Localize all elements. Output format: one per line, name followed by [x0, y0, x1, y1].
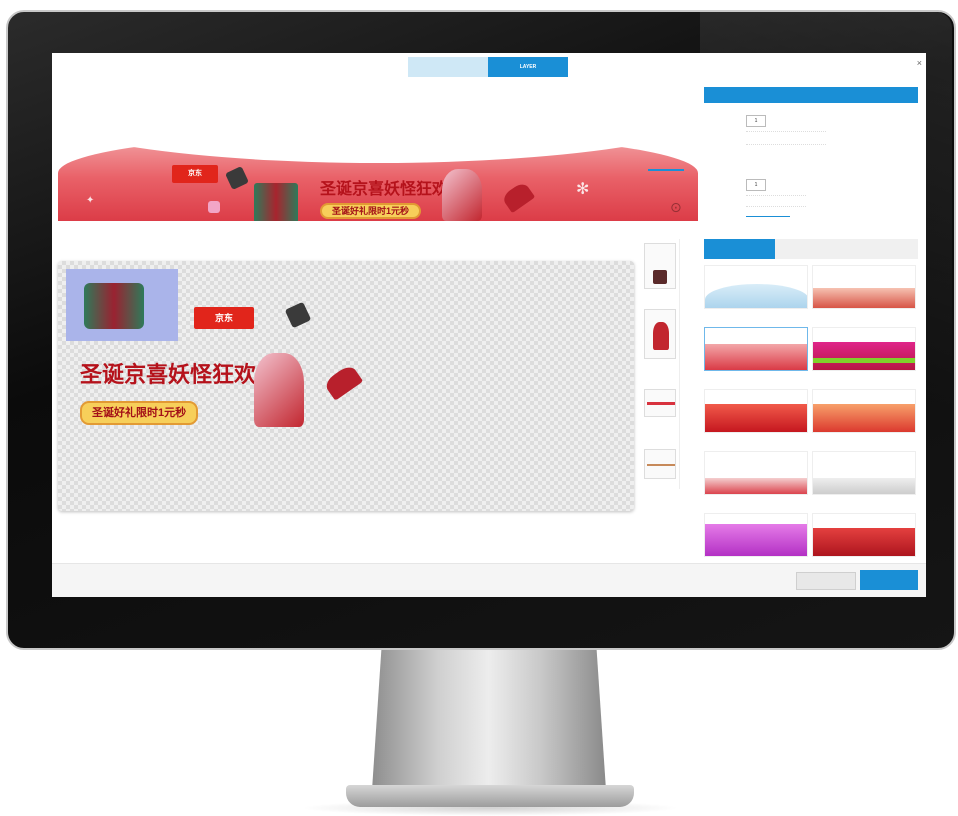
- layer-thumb[interactable]: [644, 389, 676, 417]
- canvas-workspace[interactable]: 京东 圣诞京喜妖怪狂欢 圣诞好礼限时1元秒: [58, 261, 634, 511]
- monitor-stand-neck: [372, 650, 606, 790]
- banner-preview: ✦ ✻ ⊙ 京东 圣诞京喜妖怪狂欢 圣诞好礼限时1元秒: [58, 103, 698, 221]
- template-thumbnail: [704, 513, 808, 557]
- template-tab[interactable]: [846, 239, 917, 259]
- settings-panel: 1 1: [704, 87, 918, 567]
- template-card[interactable]: [812, 265, 916, 323]
- settings-circle-icon[interactable]: ⊙: [670, 199, 682, 216]
- template-thumbnail: [812, 451, 916, 495]
- workspace-gift-layer[interactable]: [66, 269, 178, 341]
- top-tab-bar: LAYER ×: [52, 53, 926, 77]
- template-card[interactable]: [812, 327, 916, 385]
- layer-thumb[interactable]: [644, 309, 676, 359]
- banner-headline: 圣诞京喜妖怪狂欢: [320, 179, 449, 198]
- panel-title: [704, 87, 918, 103]
- gift-small-image: [208, 201, 220, 213]
- template-thumbnail: [704, 451, 808, 495]
- template-thumbnail: [812, 389, 916, 433]
- workspace-perfume-layer[interactable]: [254, 353, 304, 427]
- template-tab[interactable]: [704, 239, 775, 259]
- template-card[interactable]: [812, 389, 916, 447]
- gift-box-image: [254, 183, 298, 221]
- layer-thumb[interactable]: [644, 243, 676, 289]
- monitor-stand-base: [346, 785, 634, 807]
- workspace-logo-layer[interactable]: 京东: [194, 307, 254, 329]
- layer-list: [642, 239, 680, 489]
- footer-bar: [52, 563, 926, 597]
- template-card[interactable]: [704, 451, 808, 509]
- template-thumbnail: [704, 265, 808, 309]
- snowflake-icon: ✻: [576, 181, 590, 198]
- template-thumbnail: [812, 327, 916, 371]
- primary-button[interactable]: [860, 570, 918, 590]
- upload-link[interactable]: [746, 211, 790, 217]
- workspace-pill-layer[interactable]: 圣诞好礼限时1元秒: [80, 401, 199, 425]
- banner-pill: 圣诞好礼限时1元秒: [320, 203, 422, 219]
- template-tab[interactable]: [775, 239, 846, 259]
- brand-logo: 京东: [172, 165, 218, 183]
- layer-thumb[interactable]: [644, 449, 676, 479]
- template-thumbnail: [812, 513, 916, 557]
- template-thumbnail: [704, 389, 808, 433]
- tab-layer[interactable]: LAYER: [488, 57, 568, 77]
- perfume-bottle-image: [442, 169, 482, 221]
- template-tabs: [704, 239, 918, 259]
- gift-box-image: [84, 283, 144, 329]
- template-thumbnail: [704, 327, 808, 371]
- tab-design[interactable]: [408, 57, 488, 77]
- field-input-1[interactable]: 1: [746, 115, 766, 127]
- app-screen: LAYER × ✦ ✻ ⊙ 京东 圣诞京喜妖怪狂欢 圣诞好礼限时1元秒 京东 圣…: [52, 53, 926, 597]
- workspace-headline-layer[interactable]: 圣诞京喜妖怪狂欢: [80, 357, 256, 389]
- template-thumbnail: [812, 265, 916, 309]
- close-icon[interactable]: ×: [917, 58, 922, 68]
- workspace-cap-layer[interactable]: [284, 301, 312, 329]
- template-card[interactable]: [704, 389, 808, 447]
- monitor-photo: LAYER × ✦ ✻ ⊙ 京东 圣诞京喜妖怪狂欢 圣诞好礼限时1元秒 京东 圣…: [0, 0, 958, 816]
- template-card[interactable]: [704, 265, 808, 323]
- field-hint: [746, 195, 806, 207]
- template-card[interactable]: [812, 451, 916, 509]
- field-hint: [746, 131, 826, 145]
- snowflake-icon: ✦: [86, 195, 95, 206]
- template-card[interactable]: [704, 327, 808, 385]
- guide-line: [648, 169, 684, 171]
- secondary-button[interactable]: [796, 572, 856, 590]
- field-input-2[interactable]: 1: [746, 179, 766, 191]
- workspace-lipstick-layer[interactable]: [322, 363, 364, 401]
